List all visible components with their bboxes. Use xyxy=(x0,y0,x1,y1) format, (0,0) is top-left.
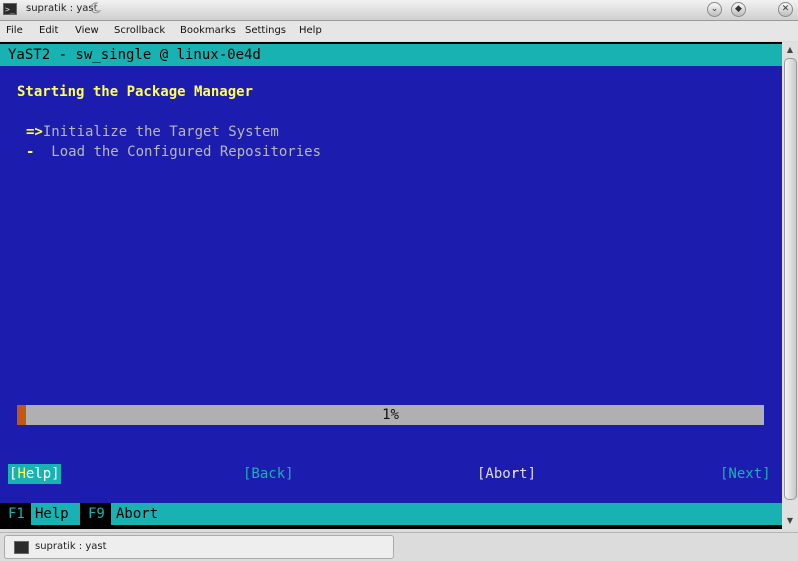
yast-dialog: Starting the Package Manager =>Initializ… xyxy=(0,66,782,503)
back-button[interactable]: [Back] xyxy=(243,464,294,484)
window-titlebar: >_ supratik : yast ⌄ ◆ ✕ xyxy=(0,0,798,21)
menu-scrollback[interactable]: Scrollback xyxy=(114,25,165,36)
menu-bar: File Edit View Scrollback Bookmarks Sett… xyxy=(0,21,798,41)
menu-view[interactable]: View xyxy=(75,25,99,36)
button-label-end: t] xyxy=(519,466,537,482)
moon-icon xyxy=(90,2,102,14)
taskbar: supratik : yast xyxy=(0,532,798,561)
help-button[interactable]: [Help] xyxy=(8,464,61,484)
next-button[interactable]: [Next] xyxy=(720,464,771,484)
menu-bookmarks[interactable]: Bookmarks xyxy=(180,25,236,36)
maximize-button[interactable]: ◆ xyxy=(731,2,746,17)
terminal-icon xyxy=(14,541,29,554)
taskbar-item-label: supratik : yast xyxy=(35,541,107,552)
terminal-icon[interactable]: >_ xyxy=(3,3,17,15)
fkey-f1-label: Help xyxy=(35,506,69,522)
step-item: - Load the Configured Repositories xyxy=(26,144,321,160)
menu-edit[interactable]: Edit xyxy=(39,25,58,36)
yast-header: YaST2 - sw_single @ linux-0e4d xyxy=(0,44,782,66)
step-label: Initialize the Target System xyxy=(42,124,279,140)
fkey-f1[interactable]: F1 xyxy=(0,503,31,525)
menu-file[interactable]: File xyxy=(6,25,23,36)
button-label-rest: elp] xyxy=(25,466,60,482)
step-item: =>Initialize the Target System xyxy=(26,124,279,140)
dialog-heading: Starting the Package Manager xyxy=(17,84,254,100)
step-label: Load the Configured Repositories xyxy=(34,144,322,160)
current-step-marker: => xyxy=(26,124,43,140)
close-button[interactable]: ✕ xyxy=(778,2,793,17)
scroll-up-arrow-icon[interactable]: ▲ xyxy=(784,44,796,56)
button-label-start: [Abo xyxy=(477,466,511,482)
window-title: supratik : yast xyxy=(26,3,98,14)
abort-button[interactable]: [Abort] xyxy=(477,464,536,484)
vertical-scrollbar[interactable]: ▲ ▼ xyxy=(782,42,798,529)
taskbar-item[interactable]: supratik : yast xyxy=(4,535,394,559)
function-key-bar: F1 Help F9 Abort xyxy=(0,503,782,525)
scrollbar-thumb[interactable] xyxy=(784,58,797,500)
scroll-down-arrow-icon[interactable]: ▼ xyxy=(784,515,796,527)
fkey-f9[interactable]: F9 xyxy=(80,503,111,525)
menu-help[interactable]: Help xyxy=(299,25,322,36)
progress-bar: 1% xyxy=(17,405,764,425)
minimize-button[interactable]: ⌄ xyxy=(707,2,722,17)
menu-settings[interactable]: Settings xyxy=(245,25,286,36)
progress-label: 1% xyxy=(382,407,399,423)
fkey-f9-label: Abort xyxy=(116,506,159,522)
hotkey-letter: r xyxy=(510,466,520,482)
terminal-view[interactable]: YaST2 - sw_single @ linux-0e4d Starting … xyxy=(0,42,782,529)
hotkey-letter: H xyxy=(17,466,26,482)
